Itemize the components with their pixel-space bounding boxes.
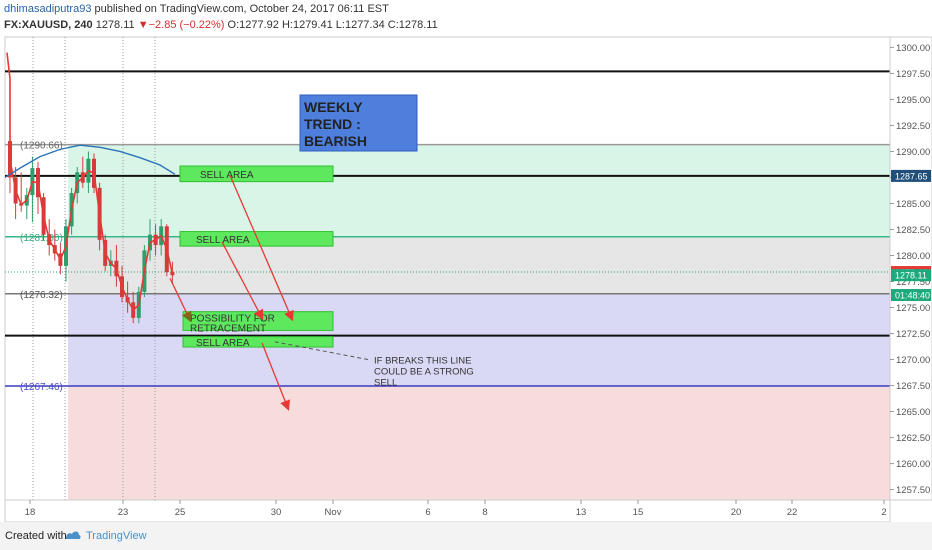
y-tick-label: 1280.00 (896, 251, 930, 262)
x-tick-label: 20 (731, 507, 742, 518)
breakout-note: COULD BE A STRONG (374, 367, 474, 378)
x-tick-label: 6 (425, 507, 430, 518)
x-tick-label: 13 (576, 507, 587, 518)
x-tick-label: Nov (325, 507, 342, 518)
price-tag-label: 1287.65 (895, 171, 928, 181)
y-tick-label: 1270.00 (896, 355, 930, 366)
zone-green-zone (68, 144, 890, 237)
box-label: SELL AREA (200, 170, 254, 181)
y-tick-label: 1272.50 (896, 329, 930, 340)
breakout-note: IF BREAKS THIS LINE (374, 356, 472, 367)
y-tick-label: 1260.00 (896, 459, 930, 470)
weekly-trend-text: BEARISH (304, 133, 367, 149)
x-tick-label: 23 (118, 507, 129, 518)
y-tick-label: 1257.50 (896, 485, 930, 496)
x-tick-label: 18 (25, 507, 36, 518)
tradingview-logo-icon[interactable] (64, 528, 82, 542)
price-tag-label: 1278.11 (895, 271, 927, 281)
level-label: (1281.80) (20, 233, 63, 244)
price-tag-label: 01:48:40 (895, 291, 930, 301)
x-tick-label: 30 (271, 507, 282, 518)
breakout-note: SELL (374, 378, 397, 389)
level-label: (1290.66) (20, 141, 63, 152)
x-tick-label: 25 (175, 507, 186, 518)
box-label: SELL AREA (196, 338, 250, 349)
level-label: (1267.46) (20, 382, 63, 393)
price-chart[interactable]: (1290.66) (1281.80) (1276.32) (1267.46) SEL… (0, 0, 932, 522)
y-tick-label: 1292.50 (896, 121, 930, 132)
y-tick-label: 1262.50 (896, 433, 930, 444)
level-label: (1276.32) (20, 290, 63, 301)
y-tick-label: 1290.00 (896, 147, 930, 158)
footer: Created with TradingView (0, 522, 932, 550)
tradingview-brand[interactable]: TradingView (86, 530, 147, 542)
y-tick-label: 1275.00 (896, 303, 930, 314)
y-tick-label: 1265.00 (896, 407, 930, 418)
weekly-trend-text: WEEKLY (304, 99, 363, 115)
y-tick-label: 1267.50 (896, 381, 930, 392)
time-axis (4, 499, 891, 522)
x-tick-label: 2 (881, 507, 886, 518)
y-tick-label: 1285.00 (896, 199, 930, 210)
zone-red-zone (68, 385, 890, 500)
y-tick-label: 1295.00 (896, 95, 930, 106)
y-tick-label: 1300.00 (896, 43, 930, 54)
x-tick-label: 22 (787, 507, 798, 518)
created-with-label: Created with (5, 530, 67, 542)
box-label: RETRACEMENT (190, 324, 266, 335)
x-tick-label: 8 (482, 507, 487, 518)
y-tick-label: 1282.50 (896, 225, 930, 236)
x-tick-label: 15 (633, 507, 644, 518)
y-tick-label: 1297.50 (896, 69, 930, 80)
weekly-trend-text: TREND : (304, 116, 361, 132)
